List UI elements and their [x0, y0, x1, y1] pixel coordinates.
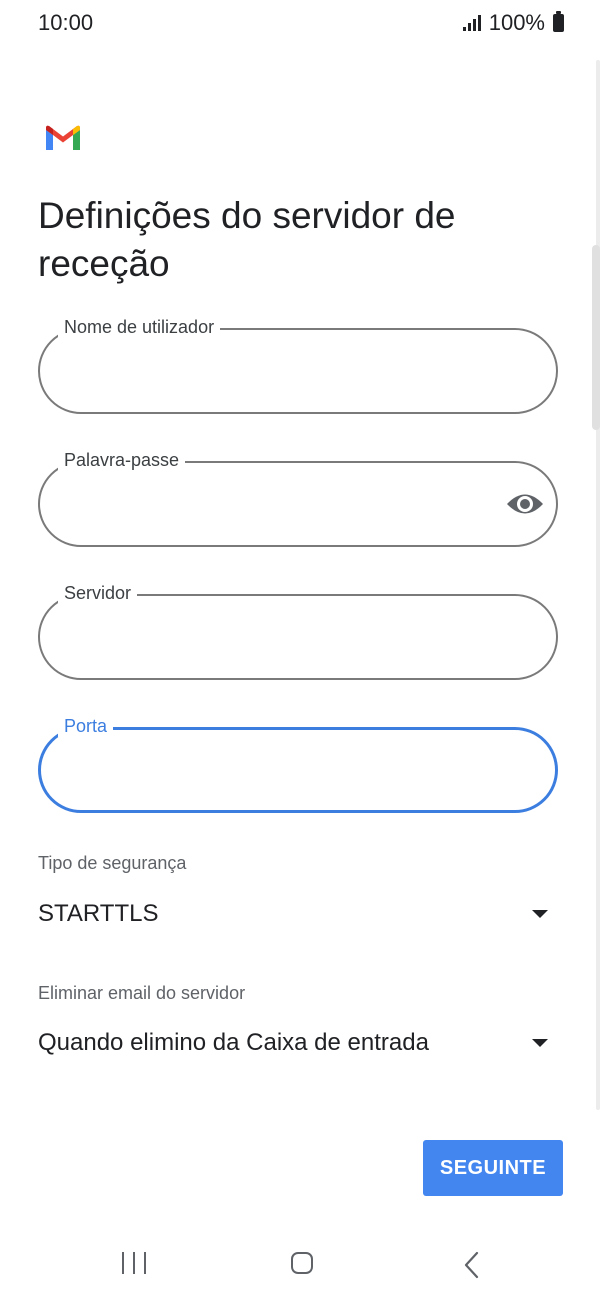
delete-email-dropdown[interactable]: Quando elimino da Caixa de entrada — [38, 1021, 558, 1065]
server-field[interactable]: Servidor — [38, 582, 562, 684]
password-input[interactable] — [60, 485, 484, 525]
scrollbar-track[interactable] — [596, 60, 600, 1110]
username-input[interactable] — [60, 352, 484, 392]
server-label: Servidor — [58, 582, 138, 604]
password-field[interactable]: Palavra-passe — [38, 449, 562, 551]
username-field[interactable]: Nome de utilizador — [38, 316, 562, 418]
delete-email-value: Quando elimino da Caixa de entrada — [38, 1029, 429, 1056]
status-bar: 10:00 100% — [0, 0, 600, 48]
status-time: 10:00 — [38, 10, 94, 35]
dropdown-arrow-icon — [532, 1039, 548, 1047]
home-icon[interactable] — [291, 1252, 313, 1274]
next-button[interactable]: SEGUINTE — [423, 1140, 563, 1196]
battery-icon — [553, 11, 564, 32]
eye-icon[interactable] — [506, 489, 544, 519]
page-title: Definições do servidor de receção — [38, 195, 456, 284]
navigation-bar — [0, 1230, 600, 1300]
recents-icon[interactable] — [122, 1252, 146, 1274]
delete-email-label: Eliminar email do servidor — [38, 983, 246, 1003]
port-label: Porta — [58, 715, 114, 737]
server-input[interactable] — [60, 618, 484, 658]
gmail-logo-icon — [46, 125, 80, 150]
status-indicators: 100% — [462, 10, 564, 36]
username-label: Nome de utilizador — [58, 316, 221, 338]
password-label: Palavra-passe — [58, 449, 186, 471]
port-input[interactable] — [60, 751, 484, 791]
signal-icon — [462, 15, 481, 31]
security-type-value: STARTTLS — [38, 900, 159, 927]
port-field[interactable]: Porta — [38, 715, 562, 817]
security-type-label: Tipo de segurança — [38, 853, 187, 873]
dropdown-arrow-icon — [532, 910, 548, 918]
scrollbar-handle[interactable] — [592, 245, 600, 430]
battery-percent: 100% — [488, 10, 545, 35]
security-type-dropdown[interactable]: STARTTLS — [38, 892, 558, 936]
back-icon[interactable] — [462, 1251, 482, 1279]
